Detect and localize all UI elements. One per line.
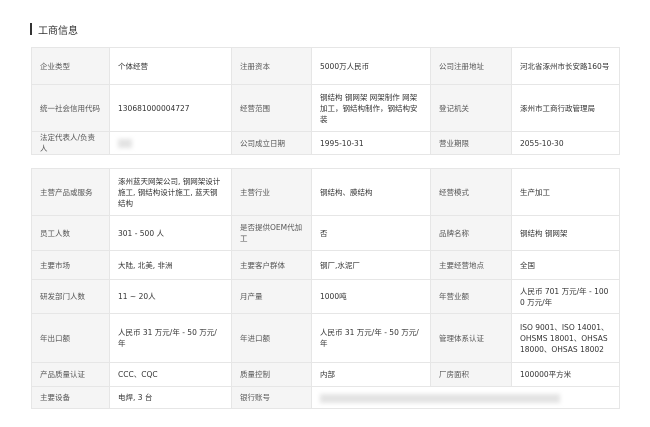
table-row: 研发部门人数 11 ~ 20人 月产量 1000吨 年营业额 人民币 701 万…	[31, 279, 620, 314]
cell-label: 经营模式	[430, 168, 512, 216]
cell-label: 主营产品或服务	[31, 168, 110, 216]
cell-label: 公司注册地址	[430, 47, 512, 85]
cell-label: 品牌名称	[430, 215, 512, 251]
redacted-blur	[320, 393, 560, 403]
cell-value: 130681000004727	[109, 84, 232, 132]
cell-value: 生产加工	[511, 168, 620, 216]
cell-value: 电焊, 3 台	[109, 386, 232, 409]
cell-value: 涿州市工商行政管理局	[511, 84, 620, 132]
cell-label: 主要设备	[31, 386, 110, 409]
cell-label: 法定代表人/负责人	[31, 131, 110, 155]
cell-value: 钢结构、膜结构	[311, 168, 431, 216]
cell-label: 统一社会信用代码	[31, 84, 110, 132]
cell-value: 100000平方米	[511, 362, 620, 387]
cell-value: 钢厂,水泥厂	[311, 250, 431, 280]
cell-label: 企业类型	[31, 47, 110, 85]
cell-value: 大陆, 北美, 非洲	[109, 250, 232, 280]
cell-value: 1000吨	[311, 279, 431, 314]
cell-value: 11 ~ 20人	[109, 279, 232, 314]
section-header: 工商信息	[30, 22, 78, 37]
cell-label: 管理体系认证	[430, 313, 512, 363]
business-info-table: 主营产品或服务 涿州蓝天网架公司, 钢网架设计施工, 钢结构设计施工, 蓝天钢结…	[31, 168, 620, 409]
cell-value: 人民币 701 万元/年 - 1000 万元/年	[511, 279, 620, 314]
cell-value: 河北省涿州市长安路160号	[511, 47, 620, 85]
cell-label: 年出口额	[31, 313, 110, 363]
table-row: 主营产品或服务 涿州蓝天网架公司, 钢网架设计施工, 钢结构设计施工, 蓝天钢结…	[31, 168, 620, 216]
cell-value: 1995-10-31	[311, 131, 431, 155]
cell-label: 员工人数	[31, 215, 110, 251]
cell-label: 产品质量认证	[31, 362, 110, 387]
table-row: 员工人数 301 - 500 人 是否提供OEM代加工 否 品牌名称 钢结构 钢…	[31, 215, 620, 251]
cell-value: 钢结构 钢网架 网架制作 网架加工，钢结构制作，钢结构安装	[311, 84, 431, 132]
basic-info-table: 企业类型 个体经营 注册资本 5000万人民币 公司注册地址 河北省涿州市长安路…	[31, 47, 620, 155]
cell-value: 人民币 31 万元/年 - 50 万元/年	[109, 313, 232, 363]
cell-label: 研发部门人数	[31, 279, 110, 314]
cell-value-redacted	[311, 386, 620, 409]
cell-label: 营业期限	[430, 131, 512, 155]
cell-value: 个体经营	[109, 47, 232, 85]
cell-value: CCC、CQC	[109, 362, 232, 387]
cell-label: 年营业额	[430, 279, 512, 314]
section-title: 工商信息	[38, 25, 78, 37]
cell-label: 质量控制	[231, 362, 312, 387]
cell-label: 登记机关	[430, 84, 512, 132]
cell-label: 是否提供OEM代加工	[231, 215, 312, 251]
cell-label: 月产量	[231, 279, 312, 314]
cell-label: 主营行业	[231, 168, 312, 216]
table-row: 企业类型 个体经营 注册资本 5000万人民币 公司注册地址 河北省涿州市长安路…	[31, 47, 620, 85]
cell-value: 5000万人民币	[311, 47, 431, 85]
table-row: 法定代表人/负责人 公司成立日期 1995-10-31 营业期限 2055-10…	[31, 131, 620, 155]
cell-value: 301 - 500 人	[109, 215, 232, 251]
cell-value: 2055-10-30	[511, 131, 620, 155]
cell-label: 主要客户群体	[231, 250, 312, 280]
cell-value: 涿州蓝天网架公司, 钢网架设计施工, 钢结构设计施工, 蓝天钢结构	[109, 168, 232, 216]
cell-value: 钢结构 钢网架	[511, 215, 620, 251]
cell-label: 银行账号	[231, 386, 312, 409]
table-row: 主要设备 电焊, 3 台 银行账号	[31, 386, 620, 409]
table-row: 主要市场 大陆, 北美, 非洲 主要客户群体 钢厂,水泥厂 主要经营地点 全国	[31, 250, 620, 280]
cell-label: 公司成立日期	[231, 131, 312, 155]
cell-value: 内部	[311, 362, 431, 387]
cell-value: 人民币 31 万元/年 - 50 万元/年	[311, 313, 431, 363]
cell-label: 经营范围	[231, 84, 312, 132]
cell-value: 否	[311, 215, 431, 251]
table-row: 产品质量认证 CCC、CQC 质量控制 内部 厂房面积 100000平方米	[31, 362, 620, 387]
table-row: 统一社会信用代码 130681000004727 经营范围 钢结构 钢网架 网架…	[31, 84, 620, 132]
cell-label: 注册资本	[231, 47, 312, 85]
table-row: 年出口额 人民币 31 万元/年 - 50 万元/年 年进口额 人民币 31 万…	[31, 313, 620, 363]
cell-value-redacted	[109, 131, 232, 155]
cell-label: 主要市场	[31, 250, 110, 280]
redacted-blur	[118, 139, 132, 148]
cell-label: 主要经营地点	[430, 250, 512, 280]
cell-label: 年进口额	[231, 313, 312, 363]
cell-value: ISO 9001、ISO 14001、OHSMS 18001、OHSAS 180…	[511, 313, 620, 363]
cell-label: 厂房面积	[430, 362, 512, 387]
section-marker	[30, 23, 32, 35]
cell-value: 全国	[511, 250, 620, 280]
